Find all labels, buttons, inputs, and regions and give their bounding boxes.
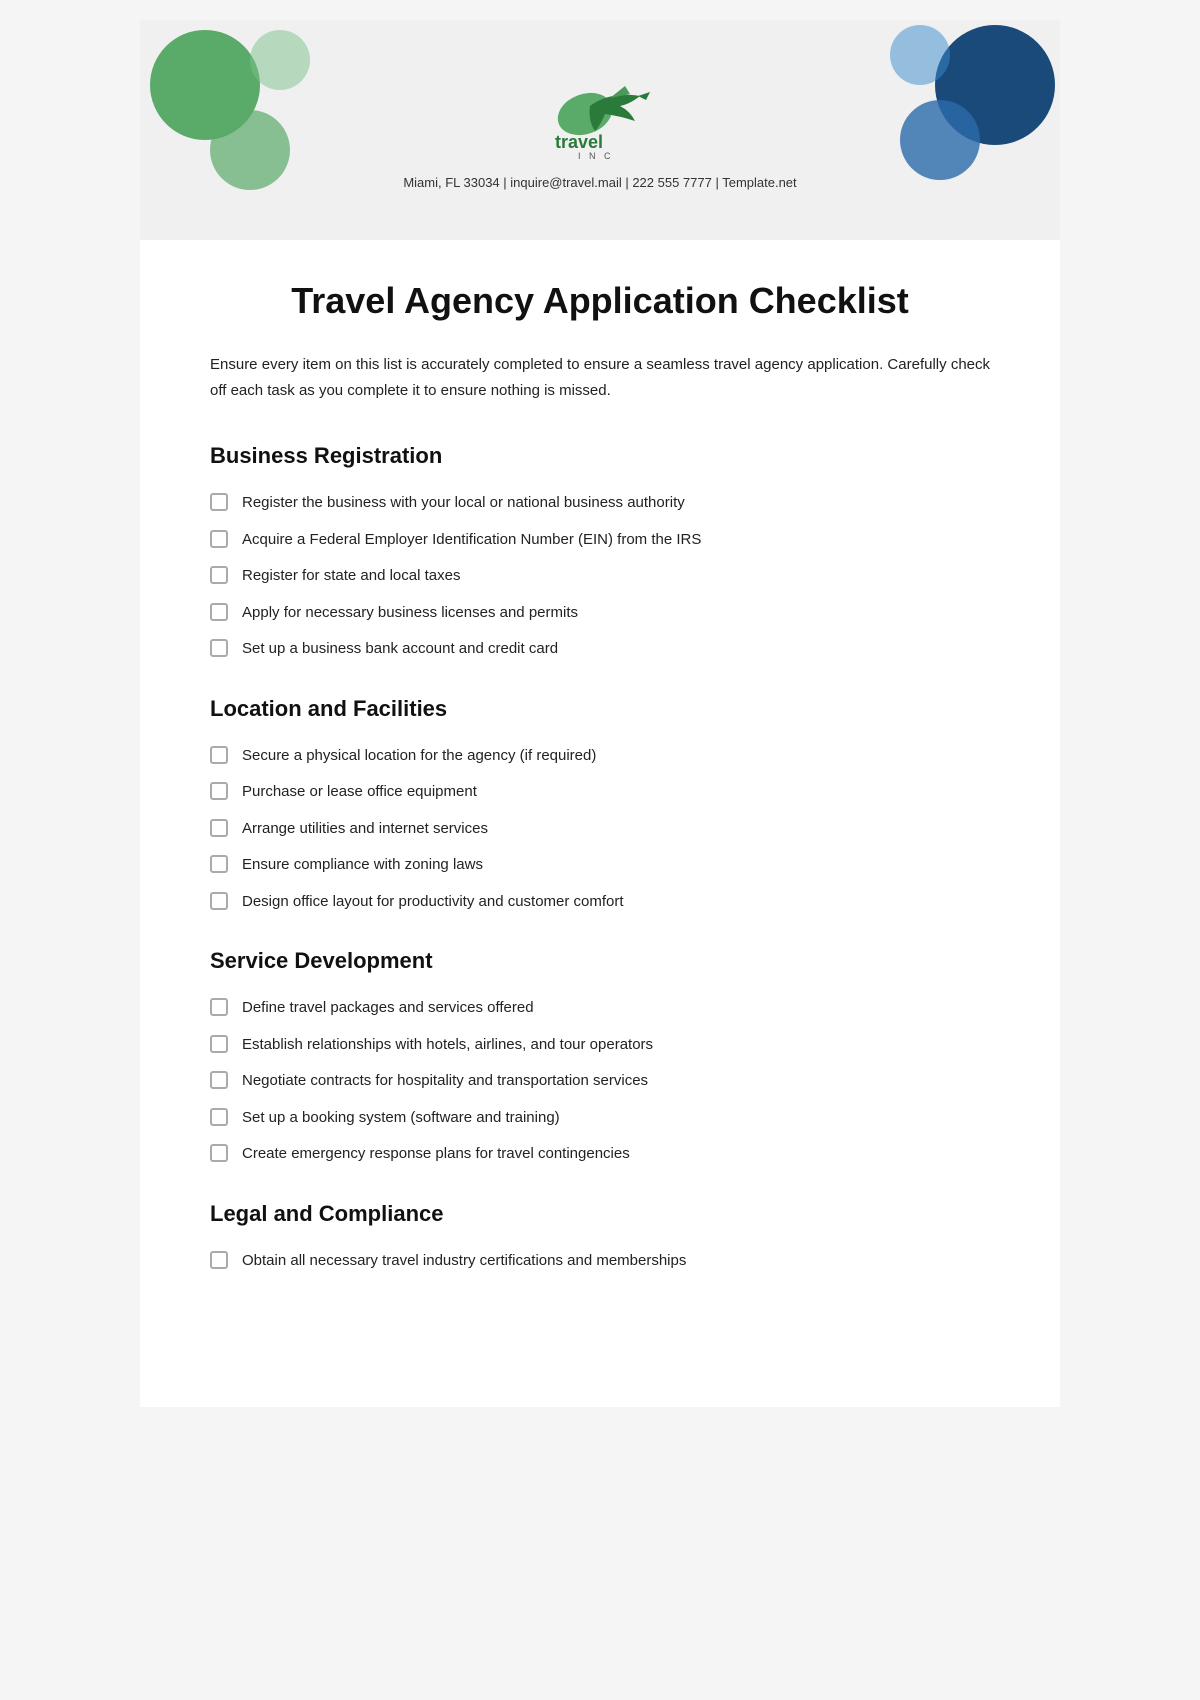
checkbox[interactable]	[210, 1071, 228, 1089]
decorative-blue-circle-2	[900, 100, 980, 180]
item-text: Define travel packages and services offe…	[242, 997, 990, 1020]
header: travel I N C Miami, FL 33034 | inquire@t…	[140, 20, 1060, 240]
item-text: Establish relationships with hotels, air…	[242, 1034, 990, 1057]
checkbox[interactable]	[210, 1251, 228, 1269]
checkbox[interactable]	[210, 639, 228, 657]
item-text: Register for state and local taxes	[242, 565, 990, 588]
item-text: Set up a business bank account and credi…	[242, 638, 990, 661]
item-text: Purchase or lease office equipment	[242, 781, 990, 804]
checkbox[interactable]	[210, 998, 228, 1016]
main-title: Travel Agency Application Checklist	[210, 280, 990, 322]
item-text: Negotiate contracts for hospitality and …	[242, 1070, 990, 1093]
section-title-location-facilities: Location and Facilities	[210, 696, 990, 727]
list-item: Create emergency response plans for trav…	[210, 1143, 990, 1166]
section-legal-compliance: Legal and Compliance Obtain all necessar…	[210, 1201, 990, 1273]
section-title-business-registration: Business Registration	[210, 443, 990, 474]
list-item: Apply for necessary business licenses an…	[210, 602, 990, 625]
item-text: Arrange utilities and internet services	[242, 818, 990, 841]
section-business-registration: Business Registration Register the busin…	[210, 443, 990, 661]
item-text: Set up a booking system (software and tr…	[242, 1107, 990, 1130]
list-item: Register for state and local taxes	[210, 565, 990, 588]
item-text: Register the business with your local or…	[242, 492, 990, 515]
checkbox[interactable]	[210, 1035, 228, 1053]
checkbox[interactable]	[210, 566, 228, 584]
item-text: Acquire a Federal Employer Identificatio…	[242, 529, 990, 552]
svg-text:I N C: I N C	[578, 151, 614, 161]
list-item: Obtain all necessary travel industry cer…	[210, 1250, 990, 1273]
checkbox[interactable]	[210, 819, 228, 837]
checkbox[interactable]	[210, 746, 228, 764]
checkbox[interactable]	[210, 782, 228, 800]
item-text: Apply for necessary business licenses an…	[242, 602, 990, 625]
contact-info: Miami, FL 33034 | inquire@travel.mail | …	[403, 175, 796, 190]
decorative-green-circle-2	[210, 110, 290, 190]
item-text: Create emergency response plans for trav…	[242, 1143, 990, 1166]
list-item: Secure a physical location for the agenc…	[210, 745, 990, 768]
item-text: Ensure compliance with zoning laws	[242, 854, 990, 877]
list-item: Set up a booking system (software and tr…	[210, 1107, 990, 1130]
decorative-blue-circle-3	[890, 25, 950, 85]
list-item: Acquire a Federal Employer Identificatio…	[210, 529, 990, 552]
svg-text:travel: travel	[555, 132, 603, 152]
decorative-green-circle-3	[250, 30, 310, 90]
checklist-business-registration: Register the business with your local or…	[210, 492, 990, 661]
list-item: Arrange utilities and internet services	[210, 818, 990, 841]
checkbox[interactable]	[210, 892, 228, 910]
list-item: Establish relationships with hotels, air…	[210, 1034, 990, 1057]
checkbox[interactable]	[210, 1108, 228, 1126]
checklist-service-development: Define travel packages and services offe…	[210, 997, 990, 1166]
section-title-service-development: Service Development	[210, 948, 990, 979]
checkbox[interactable]	[210, 855, 228, 873]
checkbox[interactable]	[210, 1144, 228, 1162]
checklist-legal-compliance: Obtain all necessary travel industry cer…	[210, 1250, 990, 1273]
logo-icon: travel I N C	[540, 71, 660, 161]
list-item: Register the business with your local or…	[210, 492, 990, 515]
list-item: Ensure compliance with zoning laws	[210, 854, 990, 877]
list-item: Negotiate contracts for hospitality and …	[210, 1070, 990, 1093]
checkbox[interactable]	[210, 603, 228, 621]
page: travel I N C Miami, FL 33034 | inquire@t…	[140, 20, 1060, 1407]
item-text: Secure a physical location for the agenc…	[242, 745, 990, 768]
logo-area: travel I N C	[540, 71, 660, 161]
item-text: Obtain all necessary travel industry cer…	[242, 1250, 990, 1273]
section-location-facilities: Location and Facilities Secure a physica…	[210, 696, 990, 914]
section-service-development: Service Development Define travel packag…	[210, 948, 990, 1166]
list-item: Set up a business bank account and credi…	[210, 638, 990, 661]
list-item: Design office layout for productivity an…	[210, 891, 990, 914]
checklist-location-facilities: Secure a physical location for the agenc…	[210, 745, 990, 914]
list-item: Purchase or lease office equipment	[210, 781, 990, 804]
checkbox[interactable]	[210, 530, 228, 548]
item-text: Design office layout for productivity an…	[242, 891, 990, 914]
list-item: Define travel packages and services offe…	[210, 997, 990, 1020]
section-title-legal-compliance: Legal and Compliance	[210, 1201, 990, 1232]
main-content: Travel Agency Application Checklist Ensu…	[140, 240, 1060, 1347]
checkbox[interactable]	[210, 493, 228, 511]
intro-text: Ensure every item on this list is accura…	[210, 352, 990, 403]
